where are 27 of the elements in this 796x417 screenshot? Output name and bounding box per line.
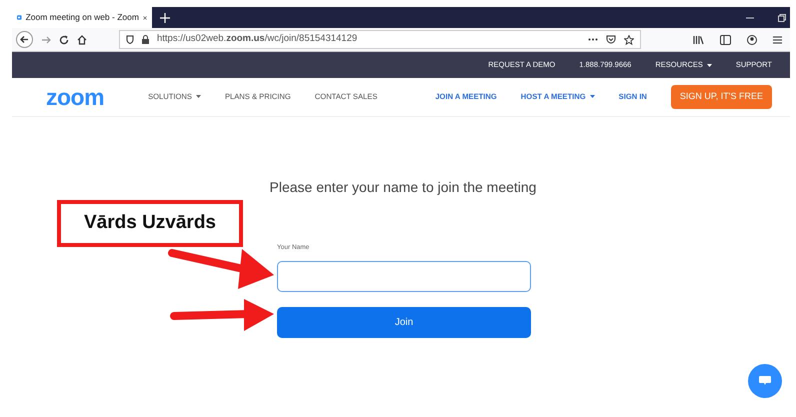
annotation-label: Vārds Uzvārds <box>57 200 243 247</box>
pocket-icon[interactable] <box>606 35 616 44</box>
sidebar-icon[interactable] <box>720 34 731 44</box>
close-icon[interactable] <box>142 14 147 22</box>
restore-icon[interactable] <box>778 14 786 22</box>
join-button[interactable]: Join <box>277 306 531 338</box>
forward-icon[interactable] <box>41 34 51 44</box>
menu-icon[interactable] <box>773 36 782 44</box>
address-bar[interactable]: https://us02web.zoom.us/wc/join/85154314129 <box>119 30 641 49</box>
browser-tab[interactable]: Zoom meeting on web - Zoom <box>12 7 152 28</box>
plus-icon[interactable] <box>160 12 170 22</box>
more-icon[interactable] <box>588 38 598 41</box>
name-input[interactable] <box>277 260 531 292</box>
home-icon[interactable] <box>77 34 87 44</box>
camera-icon <box>17 13 22 22</box>
tab-title: Zoom meeting on web - Zoom <box>26 11 139 24</box>
star-icon[interactable] <box>624 34 634 44</box>
chat-button[interactable] <box>748 364 782 398</box>
library-icon[interactable] <box>693 34 704 44</box>
chat-icon <box>759 376 771 386</box>
form-heading: Please enter your name to join the meeting <box>270 179 536 195</box>
url-text: https://us02web.zoom.us/wc/join/85154314129 <box>157 32 358 46</box>
back-icon[interactable] <box>16 31 33 48</box>
shield-icon <box>126 35 134 44</box>
account-icon[interactable] <box>747 34 757 44</box>
lock-icon <box>142 35 149 44</box>
reload-icon[interactable] <box>59 34 69 44</box>
